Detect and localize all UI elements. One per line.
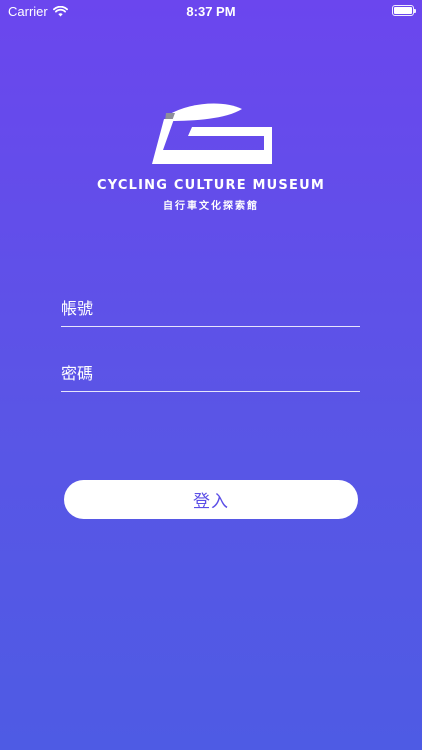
museum-name-en: CYCLING CULTURE MUSEUM — [97, 178, 325, 193]
museum-name-zh: 自行車文化探索館 — [163, 201, 259, 212]
account-field — [61, 290, 360, 327]
account-input[interactable] — [61, 290, 360, 326]
login-button-label: 登入 — [193, 492, 229, 512]
password-field — [61, 355, 360, 392]
password-input[interactable] — [61, 355, 360, 391]
museum-logo-icon — [148, 100, 276, 170]
status-time: 8:37 PM — [186, 4, 236, 19]
status-bar: Carrier 8:37 PM — [0, 0, 422, 22]
login-button[interactable]: 登入 — [64, 480, 358, 519]
battery-icon — [392, 5, 416, 16]
battery-level — [394, 7, 412, 14]
